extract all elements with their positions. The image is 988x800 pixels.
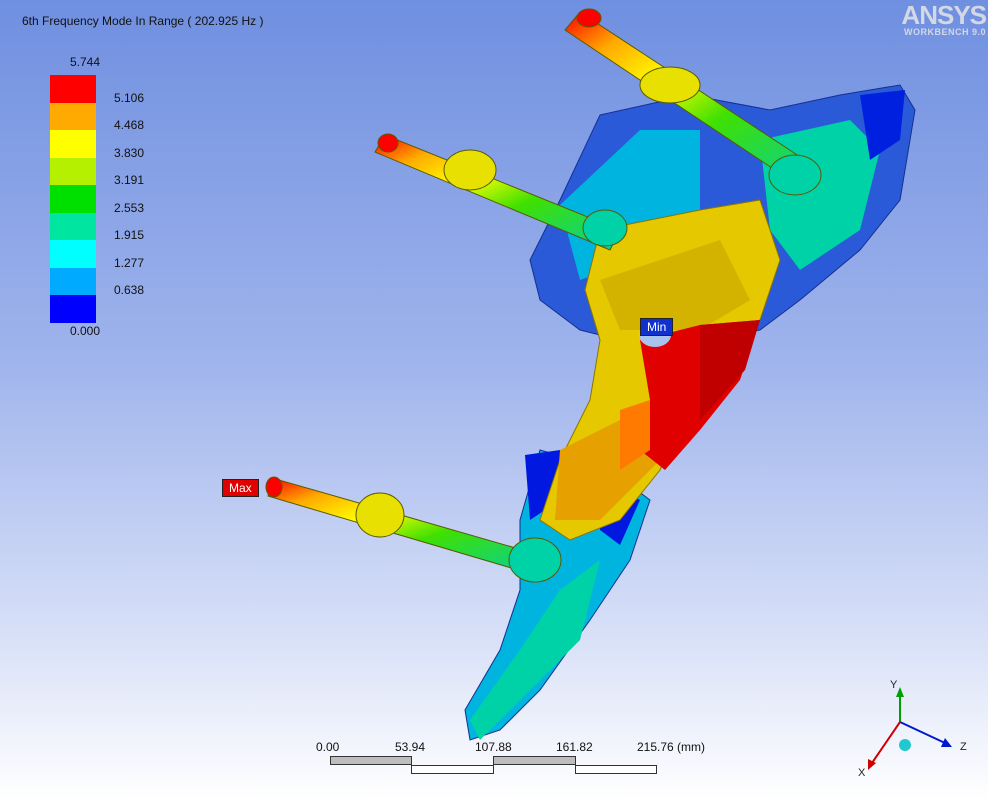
max-probe-tag[interactable]: Max [222,479,259,497]
scale-label-2: 107.88 [475,740,512,754]
axis-y-label: Y [890,679,898,691]
axis-x-label: X [858,767,866,779]
shaft-lower [265,476,562,583]
scale-label-3: 161.82 [556,740,593,754]
scale-label-0: 0.00 [316,740,340,754]
scale-segment [493,756,576,765]
scale-bar: 0.00 53.94 107.88 161.82 215.76 (mm) [310,740,730,780]
graphics-viewport[interactable]: 6th Frequency Mode In Range ( 202.925 Hz… [0,0,988,800]
scale-label-1: 53.94 [395,740,426,754]
axis-z-label: Z [960,741,967,753]
axis-triad[interactable]: Y Z X [850,675,980,785]
triad-icon [868,687,952,770]
scale-segment [575,765,657,774]
min-probe-tag[interactable]: Min [640,318,674,336]
scale-label-4: 215.76 (mm) [637,740,706,754]
model-render[interactable] [0,0,988,800]
scale-segment [330,756,412,765]
scale-segment [411,765,494,774]
